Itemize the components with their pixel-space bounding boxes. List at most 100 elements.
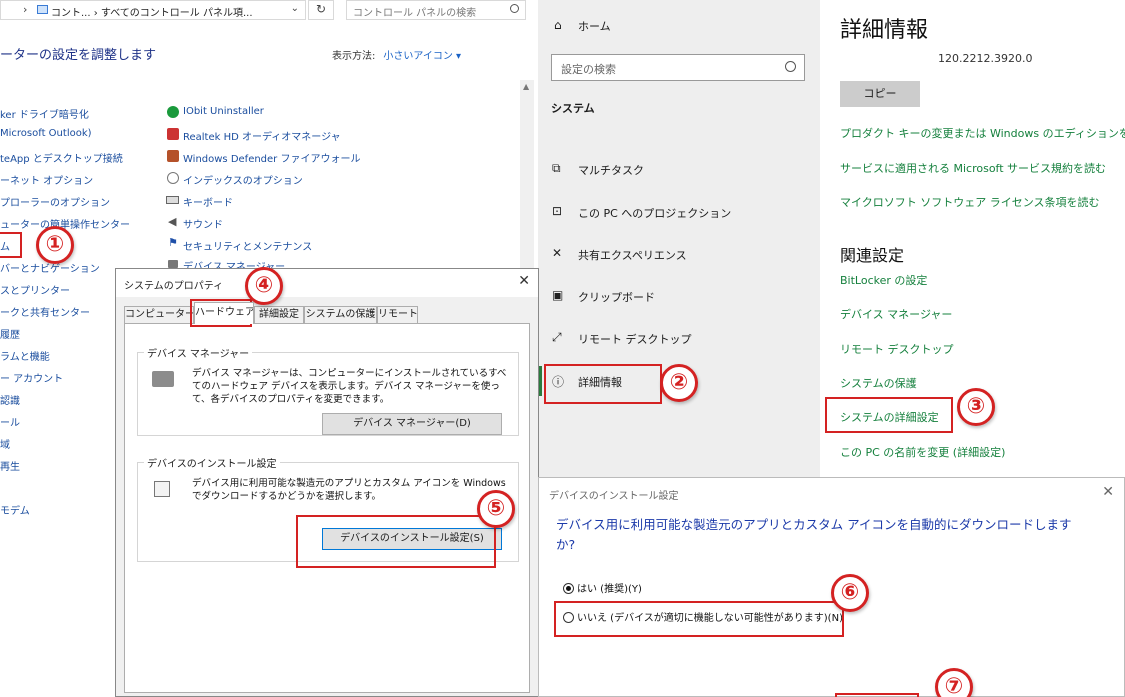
cp-item-firewall[interactable]: Windows Defender ファイアウォール [183,150,360,165]
tab-hardware[interactable]: ハードウェア [194,302,254,324]
indexing-icon [167,172,179,184]
nav-item-projection[interactable]: この PC へのプロジェクション [578,205,731,221]
chevron-down-icon[interactable]: ⌄ [291,3,299,14]
settings-search-input[interactable]: 設定の検索 [551,54,805,81]
tab-system-protection[interactable]: システムの保護 [304,306,377,324]
cp-item-region[interactable]: 域 [0,436,10,451]
link-remote-desktop[interactable]: リモート デスクトップ [840,341,954,357]
refresh-icon: ↻ [316,2,327,16]
cp-item-tools[interactable]: ール [0,414,20,429]
view-by-label: 表示方法: [332,51,376,62]
cp-item-bitlocker[interactable]: ker ドライブ暗号化 [0,106,89,121]
radio-yes-label: はい (推奨)(Y) [577,584,642,595]
cp-item-keyboard[interactable]: キーボード [183,194,233,209]
system-properties-dialog: システムのプロパティ ✕ コンピューター名 ハードウェア 詳細設定 システムの保… [115,267,539,697]
step-badge-1: ① [36,226,74,264]
install-settings-description: デバイス用に利用可能な製造元のアプリとカスタム アイコンを Windows でダ… [192,478,506,502]
group-title: デバイスのインストール設定 [144,455,280,470]
highlight-install-settings-button [296,515,496,568]
nav-item-remote-desktop[interactable]: リモート デスクトップ [578,331,692,347]
settings-search-placeholder: 設定の検索 [561,63,616,76]
cp-item-user-accounts[interactable]: ー アカウント [0,370,63,385]
device-manager-icon [152,371,174,387]
version-text: 120.2212.3920.0 [938,52,1033,65]
search-placeholder: コントロール パネルの検索 [353,8,477,19]
nav-item-multitasking[interactable]: マルチタスク [578,162,644,178]
link-service-agreement[interactable]: サービスに適用される Microsoft サービス規約を読む [840,160,1106,176]
cp-item-iobit[interactable]: IObit Uninstaller [183,106,264,117]
cp-item-devices-printers[interactable]: スとプリンター [0,282,70,297]
device-manager-button[interactable]: デバイス マネージャー(D) [322,413,502,435]
view-by-dropdown[interactable]: 小さいアイコン ▾ [383,51,461,62]
link-bitlocker[interactable]: BitLocker の設定 [840,272,927,288]
address-bar-row: › コント... › すべてのコントロール パネル項... ⌄ ↻ コントロール… [0,0,538,22]
cp-item-security-maintenance[interactable]: セキュリティとメンテナンス [183,238,312,253]
cp-item-modem[interactable]: モデム [0,502,30,517]
radio-yes[interactable]: はい (推奨)(Y) [563,580,642,595]
cp-item-speech[interactable]: 認識 [0,392,20,407]
cp-item-explorer-options[interactable]: プローラーのオプション [0,194,110,209]
search-icon [510,4,519,13]
link-device-manager[interactable]: デバイス マネージャー [840,306,952,322]
cp-item-realtek[interactable]: Realtek HD オーディオマネージャ [183,128,341,143]
sound-icon: ◀ [168,215,177,228]
view-by: 表示方法: 小さいアイコン ▾ [332,47,461,62]
close-icon[interactable]: ✕ [1102,484,1114,500]
nav-item-shared-experiences[interactable]: 共有エクスペリエンス [578,247,687,263]
highlight-about-item [544,364,662,404]
highlight-system-item [0,232,22,258]
dialog-title: システムのプロパティ [124,281,224,292]
install-settings-icon [154,481,170,497]
shared-experiences-icon: ✕ [552,246,563,260]
page-title: 詳細情報 [840,18,929,43]
cp-item-recovery[interactable]: 再生 [0,458,20,473]
nav-item-clipboard[interactable]: クリップボード [578,289,655,305]
dialog-title: デバイスのインストール設定 [549,491,679,502]
settings-main-pane: 詳細情報 120.2212.3920.0 コピー プロダクト キーの変更または … [820,0,1125,477]
refresh-button[interactable]: ↻ [308,0,334,20]
copy-button[interactable]: コピー [840,81,920,107]
cp-item-indexing[interactable]: インデックスのオプション [183,172,303,187]
remote-desktop-icon: ⤢ [552,330,562,344]
dialog-titlebar: システムのプロパティ ✕ [116,269,538,297]
device-manager-icon [168,260,178,268]
link-rename-pc[interactable]: この PC の名前を変更 (詳細設定) [840,444,1005,460]
clipboard-icon: ▣ [552,288,564,302]
flag-icon: ⚑ [168,236,178,249]
control-panel-search-input[interactable]: コントロール パネルの検索 [346,0,526,20]
tab-computer-name[interactable]: コンピューター名 [124,306,194,324]
page-heading: ーターの設定を調整します [0,48,157,63]
nav-section-title: システム [551,102,595,115]
nav-home[interactable]: ホーム [578,18,611,34]
cp-item-remoteapp[interactable]: teApp とデスクトップ接続 [0,150,123,165]
cp-item-mail[interactable]: Microsoft Outlook) [0,128,92,139]
projection-icon: ⊡ [552,204,563,218]
step-badge-5: ⑤ [477,490,515,528]
cp-item-internet-options[interactable]: ーネット オプション [0,172,93,187]
link-license-terms[interactable]: マイクロソフト ソフトウェア ライセンス条項を読む [840,194,1100,210]
device-manager-group: デバイス マネージャー デバイス マネージャーは、コンピューターにインストールさ… [137,345,519,436]
step-badge-7: ⑦ [935,668,973,697]
step-badge-6: ⑥ [831,574,869,612]
link-product-key[interactable]: プロダクト キーの変更または Windows のエディションをアップ [840,125,1125,141]
cp-item-programs[interactable]: ラムと機能 [0,348,50,363]
radio-checked-icon [563,583,574,594]
related-settings-title: 関連設定 [840,246,905,265]
step-badge-4: ④ [245,267,283,305]
settings-nav-pane: ⌂ ホーム 設定の検索 システム ⧉ マルチタスク ⊡ この PC へのプロジェ… [538,0,820,477]
cp-item-sound[interactable]: サウンド [183,216,223,231]
step-badge-3: ③ [957,388,995,426]
close-icon[interactable]: ✕ [518,273,530,289]
cp-item-network-sharing[interactable]: ークと共有センター [0,304,90,319]
chevron-right-icon: › [23,3,28,16]
scroll-up-icon[interactable]: ▲ [523,82,529,91]
highlight-ok-button [835,693,919,697]
highlight-no-option [554,601,844,637]
link-system-protection[interactable]: システムの保護 [840,375,917,391]
address-path: コント... › すべてのコントロール パネル項... [51,8,253,19]
cp-item-file-history[interactable]: 履歴 [0,326,20,341]
step-badge-2: ② [660,364,698,402]
tab-advanced[interactable]: 詳細設定 [254,306,304,324]
address-bar[interactable]: › コント... › すべてのコントロール パネル項... ⌄ [0,0,306,20]
tab-remote[interactable]: リモート [377,306,418,324]
